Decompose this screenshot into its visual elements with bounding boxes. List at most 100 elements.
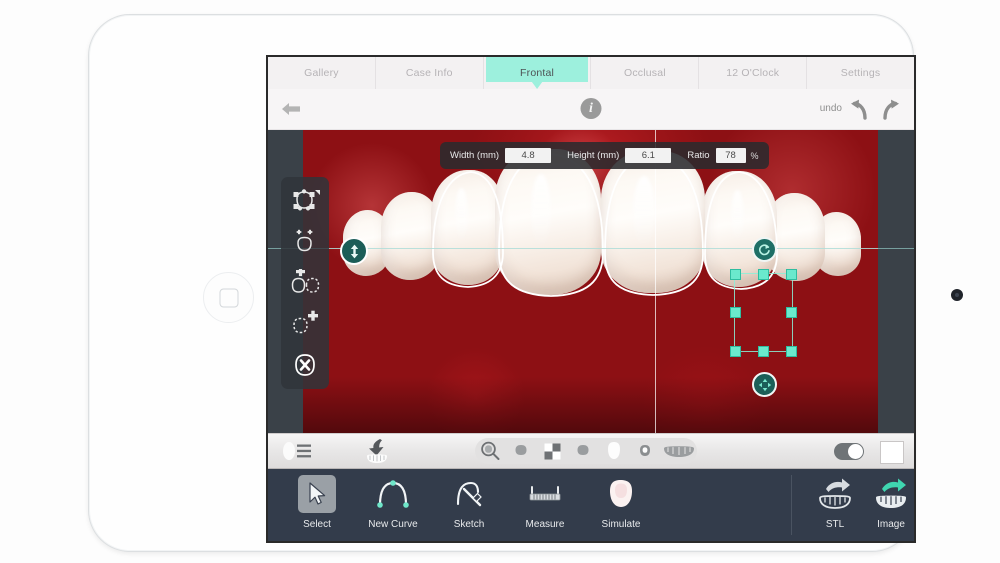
tab-gallery-label: Gallery [304,67,339,79]
selection-bounding-box [734,273,793,352]
export-image-icon [876,478,906,508]
move-cross-icon[interactable] [752,372,777,397]
up-down-arrow-icon[interactable] [340,237,368,265]
tool-sketch-label: Sketch [453,519,485,530]
measure-tool-tile [526,475,564,513]
tab-settings-label: Settings [840,67,881,79]
tab-12-oclock[interactable]: 12 O'Clock [699,57,808,89]
height-value[interactable]: 6.1 [625,148,672,163]
width-label: Width (mm) [450,150,500,161]
width-value[interactable]: 4.8 [505,148,552,163]
bezier-curve-icon [377,480,409,508]
crosshair-vertical [655,130,656,433]
back-arrow-icon[interactable] [280,99,302,119]
toggle-knob [848,444,863,459]
duplicate-shape-tool[interactable] [287,267,323,299]
tooth-white-icon[interactable] [599,438,630,464]
tab-case-info[interactable]: Case Info [376,57,484,89]
tab-settings[interactable]: Settings [807,57,914,89]
handle-middle-left[interactable] [730,307,741,318]
undo-label: undo [819,103,842,114]
tab-frontal[interactable]: Frontal [484,57,592,89]
secondary-icon-strip [268,433,914,469]
sketch-tool-tile [450,475,488,513]
export-image-button[interactable]: Image [854,475,914,530]
new-curve-tool-tile [374,475,412,513]
undo-arrow-icon[interactable] [848,97,872,121]
screenshot-stage: Gallery Case Info Frontal Occlusal 12 O'… [0,0,1000,563]
delete-shape-tool[interactable] [287,349,323,381]
tool-simulate[interactable]: Simulate [584,475,658,530]
move-shape-tool[interactable] [287,226,323,258]
ratio-unit: % [750,150,759,161]
shape-tool-rail [281,177,329,389]
height-field-group: Height (mm) 6.1 [567,148,672,163]
cursor-arrow-icon [309,482,326,505]
height-label: Height (mm) [567,150,620,161]
tool-simulate-label: Simulate [601,519,641,530]
layers-list-icon[interactable] [280,440,314,462]
export-stl-label: STL [825,519,845,530]
top-tab-bar: Gallery Case Info Frontal Occlusal 12 O'… [268,57,914,89]
info-glyph: i [589,100,593,116]
handle-bottom-right[interactable] [786,346,797,357]
tab-frontal-label: Frontal [520,67,555,79]
handle-bottom-left[interactable] [730,346,741,357]
tab-12-oclock-label: 12 O'Clock [726,67,780,79]
export-image-tile [872,475,910,513]
navigation-bar: i undo [268,89,914,130]
tab-occlusal-label: Occlusal [623,67,666,79]
tab-gallery[interactable]: Gallery [268,57,376,89]
rotate-icon[interactable] [752,237,777,262]
toolbar-divider [791,475,792,535]
ratio-value[interactable]: 78 [715,148,746,163]
handle-top-left[interactable] [730,269,741,280]
checkerboard-icon[interactable] [537,438,568,464]
edit-nodes-tool[interactable] [287,185,323,217]
tool-sketch[interactable]: Sketch [432,475,506,530]
single-tooth-icon[interactable] [629,438,660,464]
export-stl-tile [816,475,854,513]
tab-occlusal[interactable]: Occlusal [591,57,700,89]
tooth-shade-2-icon[interactable] [568,438,599,464]
home-button-square-icon [219,288,238,307]
home-button[interactable] [203,272,254,323]
ratio-field-group: Ratio 78 % [687,148,759,163]
tab-case-info-label: Case Info [405,67,453,79]
tool-measure[interactable]: Measure [508,475,582,530]
export-image-label: Image [877,519,905,530]
ipad-device-frame: Gallery Case Info Frontal Occlusal 12 O'… [88,14,963,552]
tool-measure-label: Measure [525,519,565,530]
image-canvas[interactable]: Width (mm) 4.8 Height (mm) 6.1 Ratio 78 … [268,130,914,433]
add-shape-tool[interactable] [287,308,323,340]
handle-middle-right[interactable] [786,307,797,318]
simulate-tool-tile [602,475,640,513]
handle-top-center[interactable] [758,269,769,280]
select-tool-tile [298,475,336,513]
pencil-sketch-icon [456,481,482,507]
bottom-tool-bar: Select New Curve Sketch Measure Simulate… [268,469,914,541]
tooth-simulate-icon [610,480,632,507]
handle-top-right[interactable] [786,269,797,280]
tool-select[interactable]: Select [280,475,354,530]
info-icon[interactable]: i [580,98,602,119]
ratio-label: Ratio [687,150,710,161]
tooth-import-icon[interactable] [362,438,392,464]
color-swatch[interactable] [880,441,904,464]
tool-select-label: Select [303,519,331,530]
redo-arrow-icon[interactable] [878,97,902,121]
handle-bottom-center[interactable] [758,346,769,357]
magnifier-icon[interactable] [475,438,506,464]
tool-new-curve[interactable]: New Curve [356,475,430,530]
ipad-screen: Gallery Case Info Frontal Occlusal 12 O'… [266,55,916,543]
measurement-panel: Width (mm) 4.8 Height (mm) 6.1 Ratio 78 … [440,142,769,169]
tool-new-curve-label: New Curve [368,519,418,530]
overlay-toggle[interactable] [834,443,864,460]
view-mode-pill [475,438,697,464]
teeth-arch-icon[interactable] [660,438,697,464]
tooth-shade-1-icon[interactable] [506,438,537,464]
export-stl-icon [819,478,851,509]
ruler-icon [529,486,561,501]
width-field-group: Width (mm) 4.8 [450,148,552,163]
front-camera [951,289,963,301]
